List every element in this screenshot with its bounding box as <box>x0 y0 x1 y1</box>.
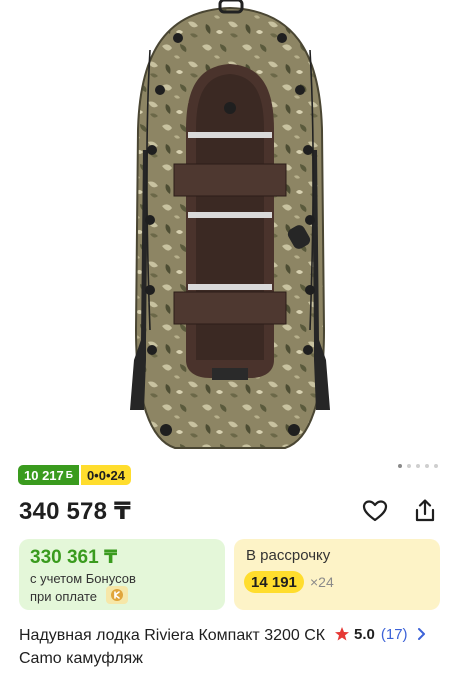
share-icon <box>415 499 435 522</box>
product-price: 340 578 ₸ <box>19 498 131 525</box>
pagination-dot[interactable] <box>398 464 402 468</box>
installment-card[interactable]: В рассрочку 14 191 ×24 <box>234 539 440 610</box>
heart-icon <box>362 500 388 522</box>
bonus-badge: 10 217 Б <box>18 465 79 485</box>
pagination-dot[interactable] <box>425 464 429 468</box>
share-button[interactable] <box>410 496 440 526</box>
pagination-dot[interactable] <box>407 464 411 468</box>
bonus-symbol: Б <box>65 469 73 481</box>
bonus-note-line2: при оплате <box>30 589 97 604</box>
product-image[interactable] <box>0 0 460 458</box>
bonus-value: 10 217 <box>24 467 64 483</box>
star-icon <box>335 627 349 641</box>
payment-method-icon <box>106 586 128 604</box>
bonus-price: 330 361 ₸ <box>30 547 118 568</box>
installment-badge-text: 0•0•24 <box>86 467 125 483</box>
pagination-dot[interactable] <box>416 464 420 468</box>
boat-image <box>130 0 330 449</box>
review-count[interactable]: (17) <box>381 626 408 643</box>
gallery-pagination[interactable] <box>398 464 438 468</box>
chevron-right-icon <box>417 628 425 640</box>
pagination-dot[interactable] <box>434 464 438 468</box>
installment-monthly: 14 191 <box>244 571 304 593</box>
rating-value: 5.0 <box>354 625 375 643</box>
bonus-price-card[interactable]: 330 361 ₸ с учетом Бонусов при оплате <box>19 539 225 610</box>
installment-label: В рассрочку <box>246 547 331 564</box>
rating-link[interactable]: 5.0 (17) <box>334 624 428 644</box>
favorite-button[interactable] <box>360 496 390 526</box>
installment-badge: 0•0•24 <box>80 465 131 485</box>
product-title: Надувная лодка Riviera Компакт 3200 СК C… <box>19 627 326 667</box>
promo-badges: 10 217 Б 0•0•24 <box>18 465 131 485</box>
installment-multiplier: ×24 <box>310 574 334 590</box>
kaspi-icon <box>111 589 123 601</box>
bonus-note-line1: с учетом Бонусов <box>30 571 136 586</box>
